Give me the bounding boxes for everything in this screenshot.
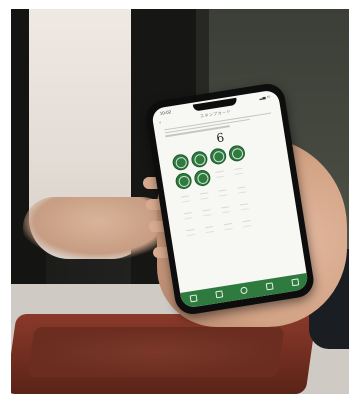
empty-stamp-slot: [215, 185, 231, 201]
empty-slot-mark: [218, 189, 228, 197]
tab-menu[interactable]: [291, 278, 300, 287]
ticket-icon: [215, 290, 224, 299]
empty-stamp-slot: [202, 222, 218, 238]
status-icons: ▂▄ ▭: [258, 92, 271, 100]
stamp-icon: [193, 168, 212, 188]
empty-slot-mark: [199, 192, 209, 200]
stamp-icon: [190, 150, 209, 169]
stamp-ring: [211, 150, 225, 163]
stamp-icon: [209, 147, 228, 166]
empty-stamp-slot: [236, 199, 252, 215]
stamp-grid: [159, 138, 299, 243]
stamp-icon: [174, 171, 193, 191]
empty-stamp-slot: [180, 208, 196, 224]
empty-slot-mark: [186, 228, 196, 237]
menu-icon: [291, 278, 300, 287]
empty-slot-mark: [242, 220, 252, 228]
empty-stamp-slot: [234, 182, 250, 198]
empty-slot-mark: [215, 170, 225, 178]
empty-slot-mark: [234, 167, 244, 175]
tab-ticket[interactable]: [215, 290, 224, 299]
empty-stamp-slot: [199, 205, 215, 221]
stamp-ring: [230, 147, 244, 160]
empty-stamp-slot: [196, 188, 212, 204]
tab-home[interactable]: [189, 294, 198, 303]
stamp-icon: [240, 286, 249, 295]
calendar-icon: [265, 282, 274, 291]
tab-stamp[interactable]: [240, 286, 249, 295]
empty-slot-mark: [205, 225, 214, 234]
lacquer-tray-inner: [27, 327, 285, 377]
empty-slot-mark: [181, 195, 190, 203]
home-icon: [189, 294, 198, 303]
empty-slot-mark: [221, 206, 231, 214]
stamp-icon: [171, 153, 190, 172]
photo-scene: 10:02 ▂▄ ▭ ‹ スタンプカード 6: [11, 9, 349, 394]
empty-slot-mark: [239, 203, 249, 211]
empty-stamp-slot: [220, 219, 236, 235]
empty-slot-mark: [202, 209, 212, 217]
empty-slot-mark: [183, 212, 193, 220]
stamp-ring: [177, 174, 190, 188]
stamp-ring: [174, 155, 187, 169]
stamp-ring: [196, 171, 209, 185]
empty-stamp-slot: [218, 202, 234, 218]
empty-stamp-slot: [239, 216, 255, 232]
stamp-ring: [193, 153, 206, 166]
empty-stamp-slot: [177, 191, 193, 207]
stamp-icon: [227, 144, 247, 163]
empty-slot-mark: [223, 223, 233, 231]
empty-slot-mark: [237, 186, 247, 194]
phone-screen: 10:02 ▂▄ ▭ ‹ スタンプカード 6: [150, 89, 310, 309]
empty-stamp-slot: [212, 166, 228, 182]
status-time: 10:02: [159, 108, 172, 116]
tab-calendar[interactable]: [265, 282, 274, 291]
empty-stamp-slot: [183, 225, 199, 241]
empty-stamp-slot: [231, 163, 247, 179]
